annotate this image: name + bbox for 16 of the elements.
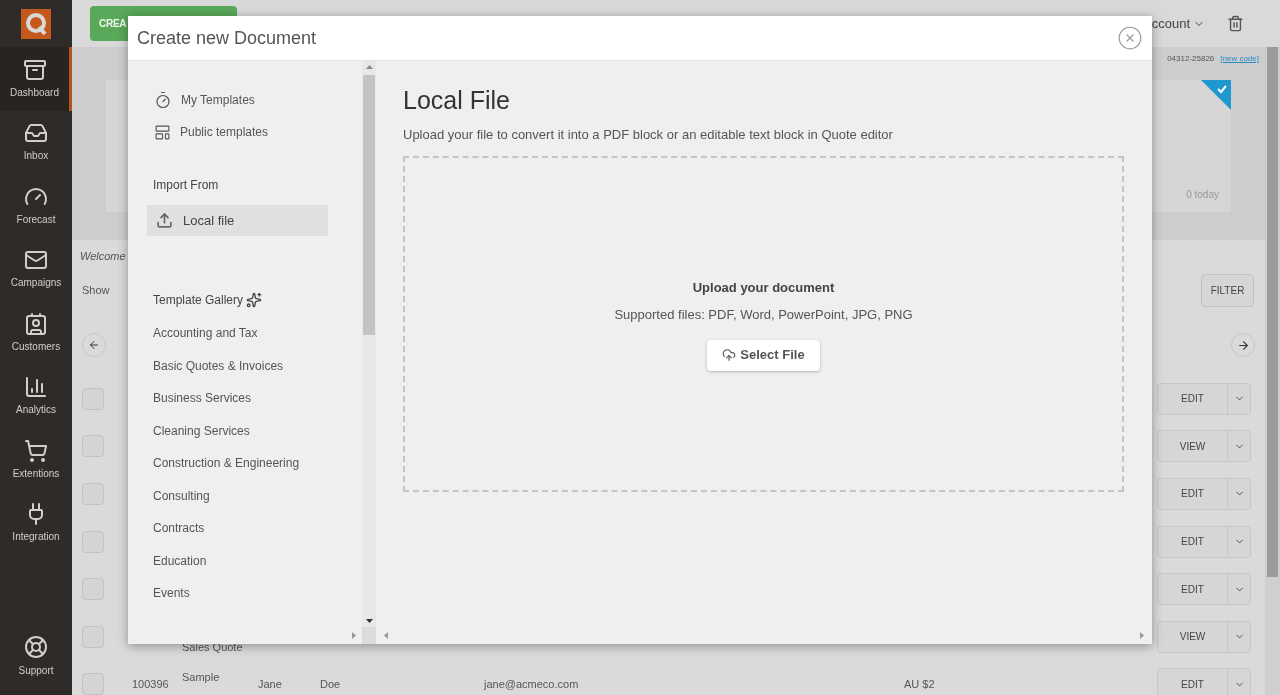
welcome-text: Welcome [80,249,126,265]
section-heading: Template Gallery [153,292,244,309]
content-heading: Local File [403,85,511,116]
show-label: Show [82,282,110,298]
table-cell: AU $2 [904,678,935,691]
section-heading: Import From [152,177,220,194]
table-cell: 100396 [132,678,169,691]
table-cell: Jane [258,678,282,691]
table-cell: Sample [182,670,220,685]
table-cell: Doe [320,678,341,691]
dialog-title: Create new Document [137,26,317,50]
content-description: Upload your file to convert it into a PDF block or an editable text block in Quote editor [403,125,894,144]
drop-title: Upload your document [692,278,835,297]
table-cell: jane@acmeco.com [484,678,579,691]
code-text: 04312-25826 [1167,53,1215,65]
drop-hint: Supported files: PDF, Word, PowerPoint, JPG, PNG [614,306,913,324]
